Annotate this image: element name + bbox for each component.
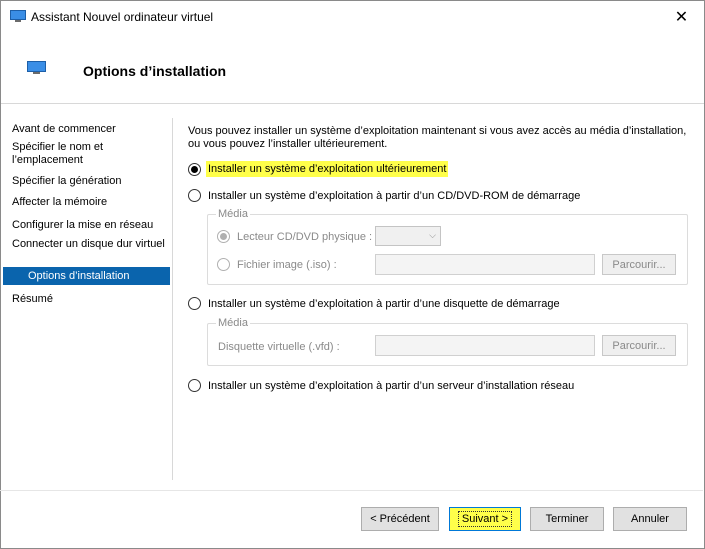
browse-vfd-button[interactable]: Parcourir... [602,335,676,356]
option-install-later-label: Installer un système d’exploitation ulté… [206,161,449,177]
radio-install-network[interactable] [188,379,201,392]
close-button[interactable]: ✕ [659,1,704,32]
option-physical-drive[interactable]: Lecteur CD/DVD physique : [217,230,372,243]
radio-install-cd[interactable] [188,189,201,202]
image-file-label: Fichier image (.iso) : [237,258,337,271]
sidebar-item-reseau[interactable]: Configurer la mise en réseau [12,219,168,232]
wizard-header: Options d’installation [1,32,704,104]
previous-button[interactable]: < Précédent [361,507,439,531]
page-title: Options d’installation [83,63,227,79]
radio-install-floppy[interactable] [188,297,201,310]
option-image-file[interactable]: Fichier image (.iso) : [217,258,337,271]
sidebar-item-options-installation[interactable]: Options d’installation [3,267,170,285]
sidebar-item-avant-de-commencer[interactable]: Avant de commencer [12,123,168,136]
option-install-network-label: Installer un système d’exploitation à pa… [208,379,575,392]
image-file-input[interactable] [375,254,595,275]
sidebar-item-nom-emplacement[interactable]: Spécifier le nom et l’emplacement [12,141,168,167]
physical-drive-select[interactable]: ⌵ [375,226,441,246]
close-icon: ✕ [674,8,689,26]
option-install-cd[interactable]: Installer un système d’exploitation à pa… [188,189,580,202]
radio-image-file[interactable] [217,258,230,271]
vfd-input[interactable] [375,335,595,356]
intro-text: Vous pouvez installer un système d’explo… [188,125,687,150]
chevron-down-icon: ⌵ [429,230,436,240]
option-install-network[interactable]: Installer un système d’exploitation à pa… [188,379,574,392]
next-button-label: Suivant > [457,511,513,527]
monitor-icon [10,10,26,22]
title-bar: Assistant Nouvel ordinateur virtuel ✕ [1,1,704,32]
sidebar-divider [172,118,173,480]
window-title: Assistant Nouvel ordinateur virtuel [31,10,214,24]
monitor-icon [27,61,46,74]
cancel-button[interactable]: Annuler [613,507,687,531]
footer-divider [0,490,703,491]
sidebar-item-memoire[interactable]: Affecter la mémoire [12,196,168,209]
option-install-floppy[interactable]: Installer un système d’exploitation à pa… [188,297,560,310]
finish-button[interactable]: Terminer [530,507,604,531]
option-install-later[interactable]: Installer un système d’exploitation ulté… [188,161,449,177]
sidebar-item-generation[interactable]: Spécifier la génération [12,175,168,188]
next-button[interactable]: Suivant > [449,507,521,531]
physical-drive-label: Lecteur CD/DVD physique : [237,230,373,243]
cd-media-group: Média Lecteur CD/DVD physique : ⌵ Fichie… [207,208,688,285]
radio-physical-drive[interactable] [217,230,230,243]
wizard-steps-nav: Avant de commencer Spécifier le nom et l… [0,103,172,481]
floppy-media-group: Média Disquette virtuelle (.vfd) : Parco… [207,317,688,366]
option-install-floppy-label: Installer un système d’exploitation à pa… [208,297,560,310]
sidebar-item-resume[interactable]: Résumé [12,293,168,306]
radio-install-later[interactable] [188,162,201,176]
sidebar-item-disque-dur[interactable]: Connecter un disque dur virtuel [12,238,168,251]
option-install-cd-label: Installer un système d’exploitation à pa… [208,189,581,202]
floppy-media-legend: Média [216,317,250,329]
browse-iso-button[interactable]: Parcourir... [602,254,676,275]
vfd-label: Disquette virtuelle (.vfd) : [218,341,340,353]
cd-media-legend: Média [216,208,250,220]
